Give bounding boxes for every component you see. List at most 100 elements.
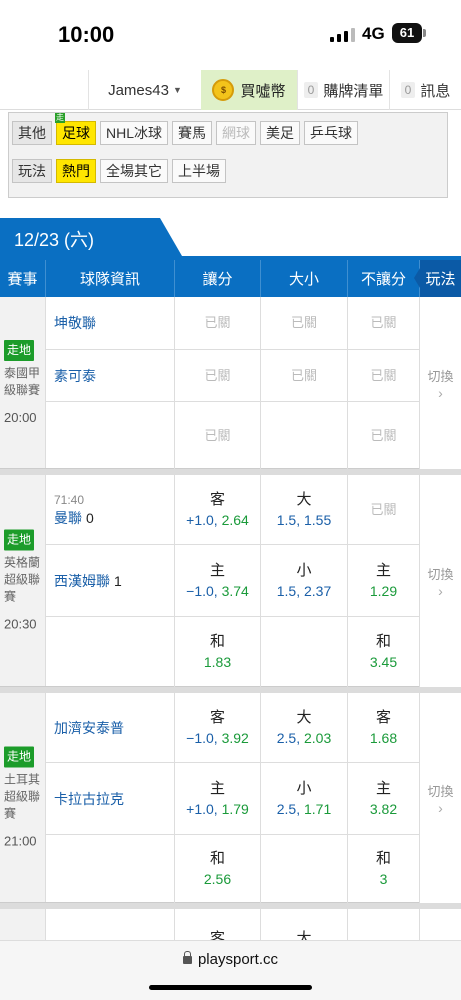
closed-label: 已關 (370, 427, 397, 443)
team-empty-cell (46, 617, 175, 687)
switch-button[interactable]: 切換 › (420, 475, 461, 687)
total-under-cell[interactable]: 小 1.5, 2.37 (261, 545, 348, 617)
col-header-play[interactable]: 玩法 (420, 260, 461, 297)
message-count: 0 (400, 82, 416, 98)
sport-chip-nhl[interactable]: NHL冰球 (100, 121, 169, 145)
user-name: James43 (108, 81, 169, 99)
spread-draw-cell[interactable]: 和 1.83 (175, 617, 261, 687)
closed-label: 已關 (204, 427, 231, 443)
sport-chip-american-football[interactable]: 美足 (260, 121, 301, 145)
date-tab[interactable]: 12/23 (六) (0, 218, 160, 256)
odds-value: 1.55 (304, 511, 332, 528)
spread-away-cell[interactable]: 客 +1.0, 2.64 (175, 475, 261, 545)
sport-chip-football[interactable]: 走 足球 (55, 113, 96, 145)
col-header-total: 大小 (261, 260, 348, 297)
away-team-cell[interactable]: 坤敬聯 (46, 297, 175, 350)
play-chip-first-half[interactable]: 上半場 (172, 159, 226, 183)
switch-label: 切換 (427, 566, 454, 582)
odds-line: −1.0, (186, 729, 218, 746)
match-row: 走地 土耳其超級聯賽 21:00 加濟安泰普 卡拉古拉克 客 −1.0, 3.9… (0, 693, 461, 903)
play-chip-full-other[interactable]: 全場其它 (100, 159, 168, 183)
odds-type: 主 (209, 561, 225, 579)
odds-value: 3.82 (369, 800, 398, 817)
moneyline-home-cell[interactable]: 主 3.82 (348, 763, 420, 835)
odds-type: 和 (375, 633, 391, 650)
home-score: 1 (114, 572, 122, 589)
play-chip-popular[interactable]: 熱門 (56, 159, 96, 183)
total-under-cell[interactable]: 小 2.5, 1.71 (261, 763, 348, 835)
odds-type: 主 (375, 561, 391, 579)
odds-cell: 已關 (175, 297, 261, 350)
away-team-cell[interactable]: 加濟安泰普 (46, 693, 175, 763)
odds-type: 大 (296, 490, 312, 508)
odds-cell: 已關 (261, 350, 348, 402)
browser-bar: playsport.cc (0, 940, 461, 1000)
sport-filter-label: 其他 (12, 121, 52, 145)
kickoff-time: 21:00 (4, 833, 37, 848)
odds-line: 1.5, (276, 582, 301, 599)
odds-line: 2.5, (276, 729, 301, 746)
chevron-right-icon: › (438, 582, 443, 599)
moneyline-draw-cell[interactable]: 和 3 (348, 835, 420, 903)
home-team-cell[interactable]: 西漢姆聯 1 (46, 545, 175, 617)
sport-chip-label: 足球 (62, 125, 90, 141)
status-time: 10:00 (58, 22, 115, 47)
live-badge[interactable]: 走地 (4, 746, 35, 767)
messages-link[interactable]: 0 訊息 (389, 70, 461, 110)
odds-line: 1.5, (276, 511, 301, 528)
moneyline-away-cell[interactable]: 客 1.68 (348, 693, 420, 763)
live-badge[interactable]: 走地 (4, 339, 35, 361)
cart-link[interactable]: 0 購牌清單 (297, 70, 389, 110)
away-team-name: 曼聯 (54, 509, 82, 526)
odds-line: +1.0, (186, 800, 218, 817)
signal-icon (330, 26, 355, 42)
odds-line: 2.5, (276, 800, 301, 817)
spread-home-cell[interactable]: 主 −1.0, 3.74 (175, 545, 261, 617)
odds-value: 2.56 (203, 871, 232, 887)
moneyline-home-cell[interactable]: 主 1.29 (348, 545, 420, 617)
battery-icon: 61 (392, 23, 422, 43)
odds-value: 1.29 (369, 582, 398, 599)
date-tab-slant (160, 218, 182, 256)
odds-value: 1.68 (369, 729, 398, 746)
total-over-cell[interactable]: 大 1.5, 1.55 (261, 475, 348, 545)
spread-away-cell[interactable]: 客 −1.0, 3.92 (175, 693, 261, 763)
spread-home-cell[interactable]: 主 +1.0, 1.79 (175, 763, 261, 835)
home-team-cell[interactable]: 卡拉古拉克 (46, 763, 175, 835)
url-bar[interactable]: playsport.cc (0, 951, 461, 968)
chevron-right-icon: › (438, 799, 443, 816)
odds-type: 和 (375, 850, 391, 867)
spread-draw-cell[interactable]: 和 2.56 (175, 835, 261, 903)
total-over-cell[interactable]: 大 2.5, 2.03 (261, 693, 348, 763)
odds-value: 3.45 (369, 654, 398, 670)
odds-type: 小 (296, 779, 312, 797)
match-row: 走地 英格蘭超級聯賽 20:30 71:40 曼聯 0 西漢姆聯 1 客 +1.0,… (0, 475, 461, 687)
user-menu[interactable]: James43 ▼ (88, 70, 201, 110)
match-row: 走地 泰國甲級聯賽 20:00 坤敬聯 素可泰 已關 已關 已關 已關 已關 已… (0, 297, 461, 469)
odds-line: +1.0, (186, 511, 218, 528)
filter-panel: 其他 走 足球 NHL冰球 賽馬 網球 美足 乒乓球 玩法 熱門 全場其它 上半… (8, 112, 448, 198)
buy-coins-link[interactable]: $ 買噓幣 (201, 70, 297, 110)
sport-chip-horse-racing[interactable]: 賽馬 (172, 121, 213, 145)
away-team-name: 坤敬聯 (54, 315, 96, 331)
odds-type: 大 (296, 708, 312, 726)
sport-chip-table-tennis[interactable]: 乒乓球 (304, 121, 359, 145)
switch-button[interactable]: 切換 › (420, 693, 461, 903)
away-team-name: 加濟安泰普 (54, 719, 124, 736)
home-team-name: 西漢姆聯 (54, 572, 110, 589)
home-indicator[interactable] (149, 985, 312, 990)
cart-count: 0 (303, 82, 319, 98)
away-team-cell[interactable]: 71:40 曼聯 0 (46, 475, 175, 545)
odds-value: 1.79 (221, 800, 249, 817)
switch-button[interactable]: 切換 › (420, 297, 461, 469)
table-header: 賽事 球隊資訊 讓分 大小 不讓分 玩法 (0, 260, 461, 297)
home-team-cell[interactable]: 素可泰 (46, 350, 175, 402)
odds-line: −1.0, (186, 582, 218, 599)
odds-type: 客 (209, 708, 225, 726)
live-badge[interactable]: 走地 (4, 529, 35, 550)
sport-chip-tennis[interactable]: 網球 (216, 121, 257, 145)
url-text: playsport.cc (197, 951, 279, 968)
closed-label: 已關 (290, 315, 317, 330)
live-mini-badge: 走 (55, 113, 65, 123)
moneyline-draw-cell[interactable]: 和 3.45 (348, 617, 420, 687)
